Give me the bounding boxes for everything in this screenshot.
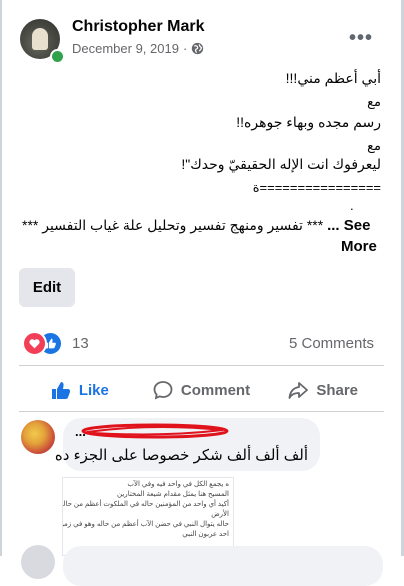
post-text-line-5: ليعرفوك انت الإله الحقيقيّ وحدك"! <box>181 156 381 172</box>
post-actions-bar: Like Comment Share <box>19 373 384 407</box>
image-text-line: المسيح هنا يمثل مقدام شيعة المختارين <box>117 491 229 498</box>
redaction-scribble <box>81 423 229 439</box>
globe-icon[interactable] <box>191 42 204 55</box>
post-text-line-1: أبي أعظم مني!!! <box>285 70 381 86</box>
edit-button[interactable]: Edit <box>19 268 75 307</box>
divider-bottom <box>19 411 384 412</box>
like-label: Like <box>78 381 109 399</box>
post-text-arabic-tail: *** تفسير ومنهج تفسير وتحليل علة غياب ال… <box>22 217 324 233</box>
share-arrow-icon <box>288 382 309 399</box>
image-text-line: الأرض <box>211 511 229 518</box>
image-text-line: حاله يتوال النبي في حضن الآب أعظم من حال… <box>62 521 229 528</box>
comment-count[interactable]: 5 Comments <box>289 335 374 352</box>
online-status-indicator <box>50 49 65 64</box>
comment-text: ألف ألف ألف شكر خصوصا على الجزء ده <box>54 447 308 464</box>
comment-label: Comment <box>180 381 251 399</box>
thumbs-up-icon <box>51 382 70 399</box>
divider-top <box>19 365 384 366</box>
author-name[interactable]: Christopher Mark <box>72 18 204 36</box>
like-button[interactable]: Like <box>19 373 141 407</box>
image-text-line: ه يجمع الكل في واحد فيه وفي الآب <box>127 481 229 488</box>
post-text-line-4: مع <box>367 138 381 153</box>
comment-attached-image[interactable]: ه يجمع الكل في واحد فيه وفي الآب المسيح … <box>62 477 234 556</box>
love-icon <box>22 331 47 356</box>
reaction-icons[interactable] <box>22 331 63 356</box>
post-text-line-2: مع <box>367 94 381 109</box>
next-comment-bubble <box>63 546 383 586</box>
post-text-line-7: *** تفسير ومنهج تفسير وتحليل علة غياب ال… <box>22 217 370 234</box>
comment-button[interactable]: Comment <box>141 373 263 407</box>
post-card: Christopher Mark December 9, 2019 · ••• … <box>2 0 401 586</box>
meta-separator: · <box>182 41 188 56</box>
see-more-link[interactable]: More <box>341 238 377 255</box>
comment-bubble-icon <box>153 381 173 400</box>
post-text-line-6: ================ة <box>252 180 381 195</box>
share-button[interactable]: Share <box>262 373 384 407</box>
see-more-link-prefix[interactable]: ... See <box>327 217 370 234</box>
comment-bubble: ... ألف ألف ألف شكر خصوصا على الجزء ده <box>55 418 320 471</box>
post-text-line-3: رسم مجده وبهاء جوهره!! <box>236 114 381 130</box>
share-label: Share <box>316 381 359 399</box>
reaction-count[interactable]: 13 <box>72 335 89 352</box>
image-text-line: أكيد أي واحد من المؤمنين حاله في الملكوت… <box>62 501 229 508</box>
post-text-dot: . <box>350 198 354 213</box>
post-date[interactable]: December 9, 2019 <box>72 41 179 56</box>
post-options-button[interactable]: ••• <box>346 26 376 50</box>
post-meta: December 9, 2019 · <box>72 41 204 56</box>
image-text-line: احد عربون النبي <box>182 531 229 538</box>
commenter-avatar[interactable] <box>21 420 55 454</box>
next-commenter-avatar[interactable] <box>21 545 55 579</box>
